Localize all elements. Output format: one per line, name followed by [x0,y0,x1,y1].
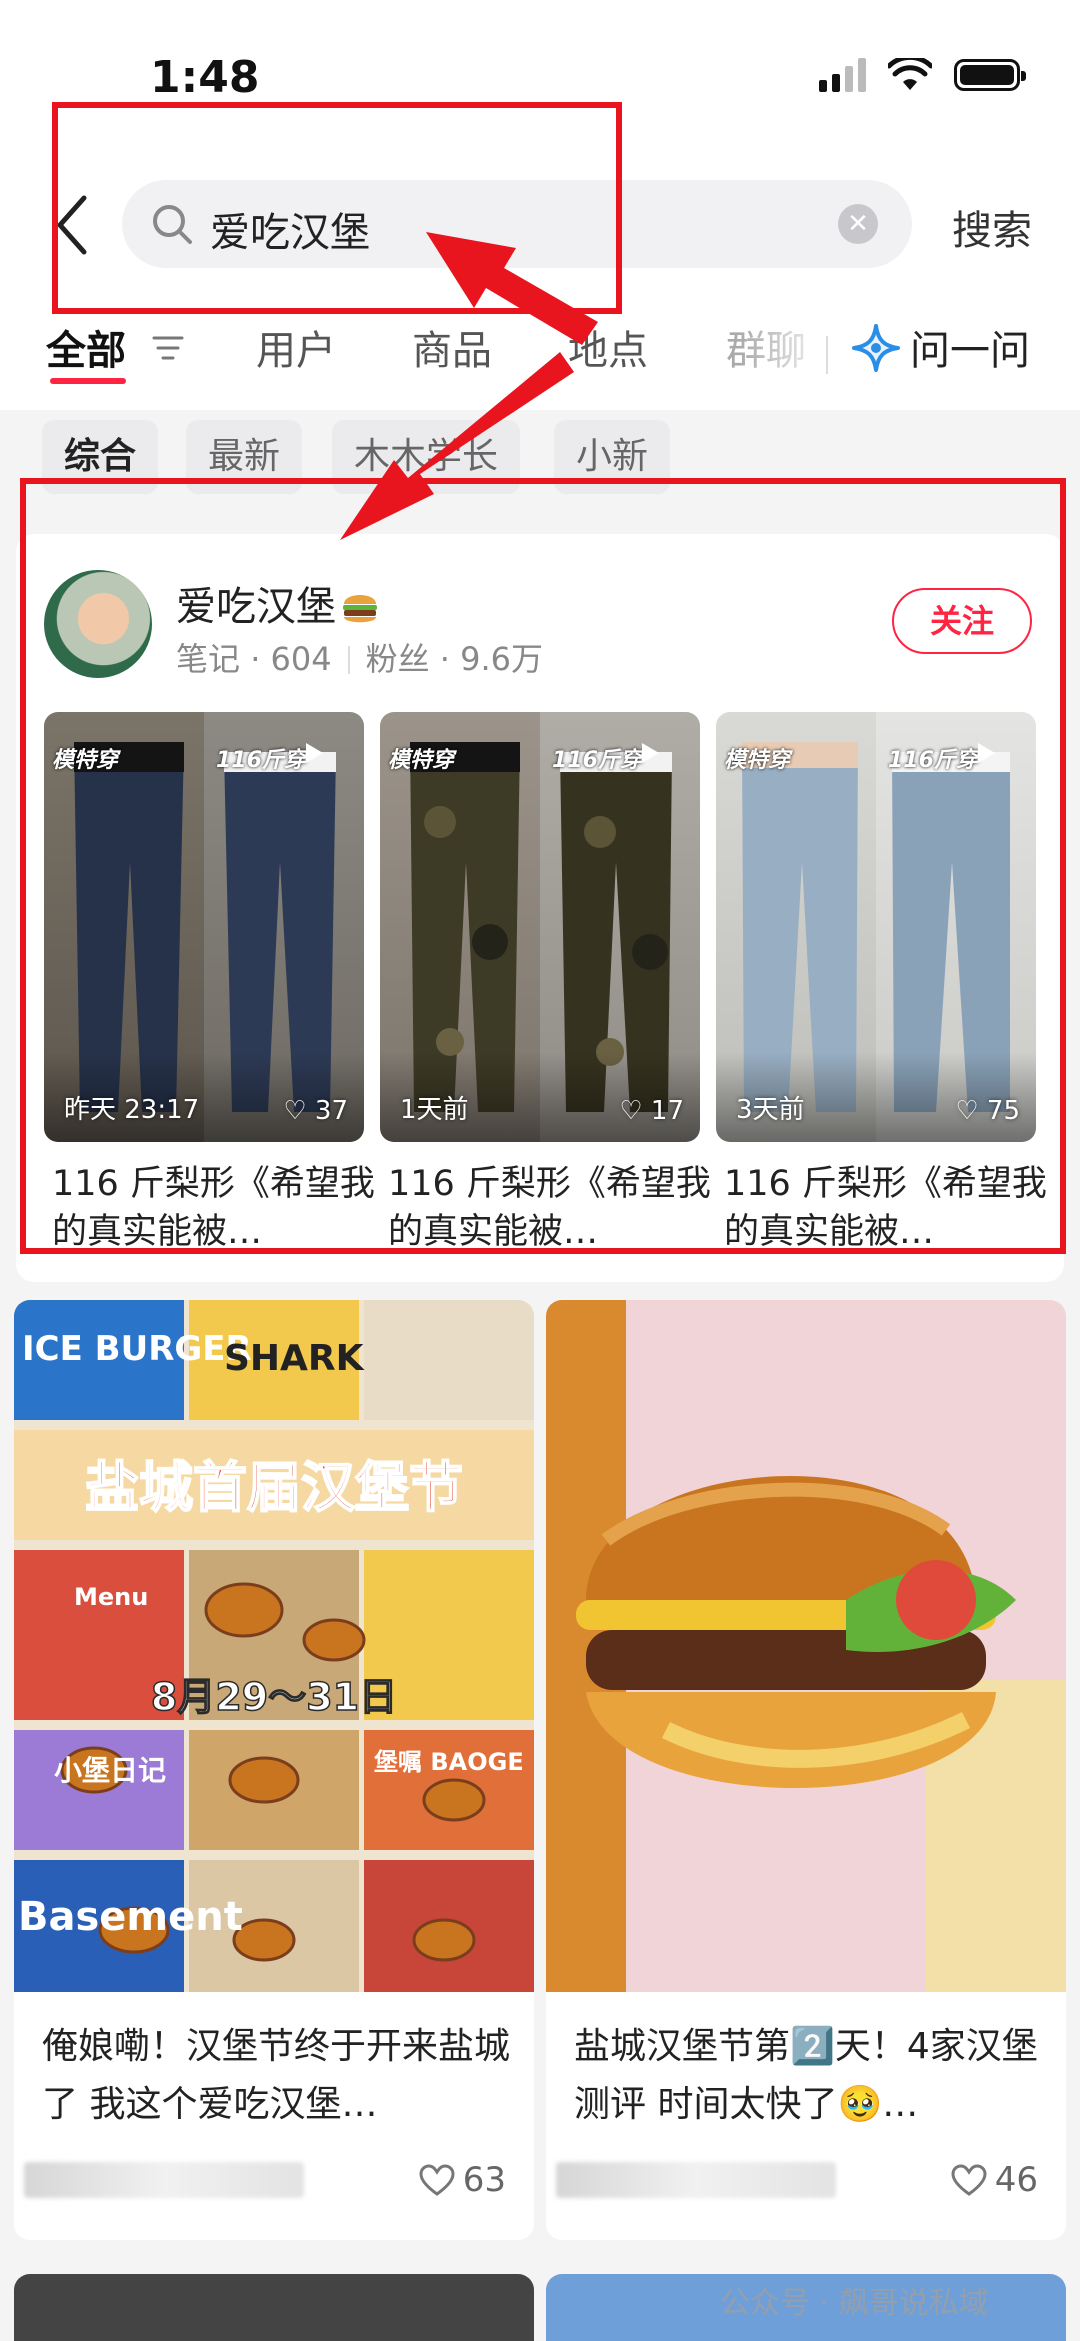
user-name-row: 爱吃汉堡 [176,574,380,632]
stats-divider [347,646,350,674]
search-button[interactable]: 搜索 [952,198,1032,256]
ask-button[interactable]: 问一问 [910,318,1030,376]
sparkle-icon[interactable] [850,322,902,374]
notes-label: 笔记 [176,640,241,678]
filter-chips: 综合 最新 木木学长 小新 [0,410,1080,500]
burger-photo [546,1300,1066,1992]
watermark: 公众号 · 飙哥说私域 [720,2286,989,2321]
tab-fade [740,310,840,390]
user-result-card[interactable]: 爱吃汉堡 笔记 · 604 粉丝 · 9.6万 关注 模特穿 116斤穿 昨天 2… [16,534,1064,1282]
user-video-3[interactable]: 模特穿 116斤穿 3天前 ♡ 75 [716,712,1036,1142]
blurred-author[interactable] [24,2162,304,2198]
play-icon [306,743,323,763]
tag-weight: 116斤穿 [216,748,306,773]
video-likes-count: 37 [314,1096,348,1126]
note-likes-count: 46 [994,2160,1038,2200]
chip-xiaoxin[interactable]: 小新 [554,420,671,494]
battery-icon [954,59,1026,91]
tag-model: 模特穿 [52,748,119,773]
tab-users[interactable]: 用户 [256,318,336,376]
play-icon [978,743,995,763]
video-likes-count: 17 [650,1096,684,1126]
note-title: 盐城汉堡节第2️⃣天！4家汉堡测评 时间太快了🥹… [574,2026,1038,2125]
status-icons [819,58,1026,92]
back-icon[interactable] [52,190,92,260]
follow-button[interactable]: 关注 [892,588,1032,654]
poster-title: 盐城首届汉堡节 [85,1456,463,1519]
status-time: 1:48 [150,52,260,103]
video-likes: ♡ 17 [619,1096,684,1126]
video-time: 1天前 [400,1095,469,1125]
poster-word: 小堡日记 [54,1754,166,1787]
user-video-2[interactable]: 模特穿 116斤穿 1天前 ♡ 17 [380,712,700,1142]
tag-weight: 116斤穿 [888,748,978,773]
filter-icon[interactable] [150,330,186,366]
burger-icon [343,595,377,623]
user-video-1-title[interactable]: 116 斤梨形《希望我的真实能被… [52,1160,382,1256]
user-video-3-title[interactable]: 116 斤梨形《希望我的真实能被… [724,1160,1054,1256]
note-card-2[interactable]: 盐城汉堡节第2️⃣天！4家汉堡测评 时间太快了🥹… 46 [546,1300,1066,2240]
video-time: 昨天 23:17 [64,1095,200,1125]
play-icon [642,743,659,763]
wifi-icon [888,58,932,90]
tag-model: 模特穿 [388,748,455,773]
user-name: 爱吃汉堡 [176,584,336,630]
tab-divider [826,336,828,374]
poster-word: 堡嘱 BAOGE [374,1748,524,1776]
search-icon [153,205,192,244]
result-tabs: 全部 用户 商品 地点 群聊 问一问 [0,310,1080,410]
note-card-1[interactable]: ICE BURGER SHARK 盐城首届汉堡节 Menu 8月29～31日 小… [14,1300,534,2240]
active-tab-indicator [50,378,126,384]
clear-icon[interactable]: ✕ [838,204,878,244]
chip-mumu[interactable]: 木木学长 [332,420,521,494]
chip-latest[interactable]: 最新 [186,420,303,494]
tag-model: 模特穿 [724,748,791,773]
poster-word: ICE BURGER [22,1329,252,1369]
search-input[interactable]: 爱吃汉堡 ✕ [122,180,912,268]
chip-comprehensive[interactable]: 综合 [42,420,159,494]
note-title: 俺娘嘞！汉堡节终于开来盐城了 我这个爱吃汉堡… [42,2026,511,2125]
note-likes[interactable]: 63 [419,2160,506,2200]
user-stats: 笔记 · 604 粉丝 · 9.6万 [176,640,544,678]
search-header: 爱吃汉堡 ✕ 搜索 [0,150,1080,310]
note-card-3-peek[interactable] [14,2274,534,2341]
note-likes[interactable]: 46 [951,2160,1038,2200]
video-likes: ♡ 37 [283,1096,348,1126]
fans-label: 粉丝 [365,640,430,678]
heart-icon [419,2164,455,2196]
burger-festival-poster: ICE BURGER SHARK 盐城首届汉堡节 Menu 8月29～31日 小… [14,1300,534,1992]
video-likes-count: 75 [986,1096,1020,1126]
poster-word: Menu [74,1583,148,1611]
tab-products[interactable]: 商品 [412,318,492,376]
user-video-2-title[interactable]: 116 斤梨形《希望我的真实能被… [388,1160,718,1256]
user-video-1[interactable]: 模特穿 116斤穿 昨天 23:17 ♡ 37 [44,712,364,1142]
search-query: 爱吃汉堡 [210,210,370,256]
blurred-author[interactable] [556,2162,836,2198]
signal-icon [819,58,866,92]
poster-word: SHARK [224,1338,365,1379]
tab-all[interactable]: 全部 [46,318,126,376]
video-likes: ♡ 75 [955,1096,1020,1126]
poster-word: Basement [18,1894,243,1940]
tag-weight: 116斤穿 [552,748,642,773]
notes-count: 604 [270,640,332,678]
status-bar: 1:48 [0,0,1080,150]
avatar[interactable] [44,570,152,678]
note-likes-count: 63 [462,2160,506,2200]
heart-icon [951,2164,987,2196]
fans-count: 9.6万 [460,640,544,678]
tab-places[interactable]: 地点 [568,318,648,376]
video-time: 3天前 [736,1095,805,1125]
poster-date: 8月29～31日 [151,1675,397,1719]
